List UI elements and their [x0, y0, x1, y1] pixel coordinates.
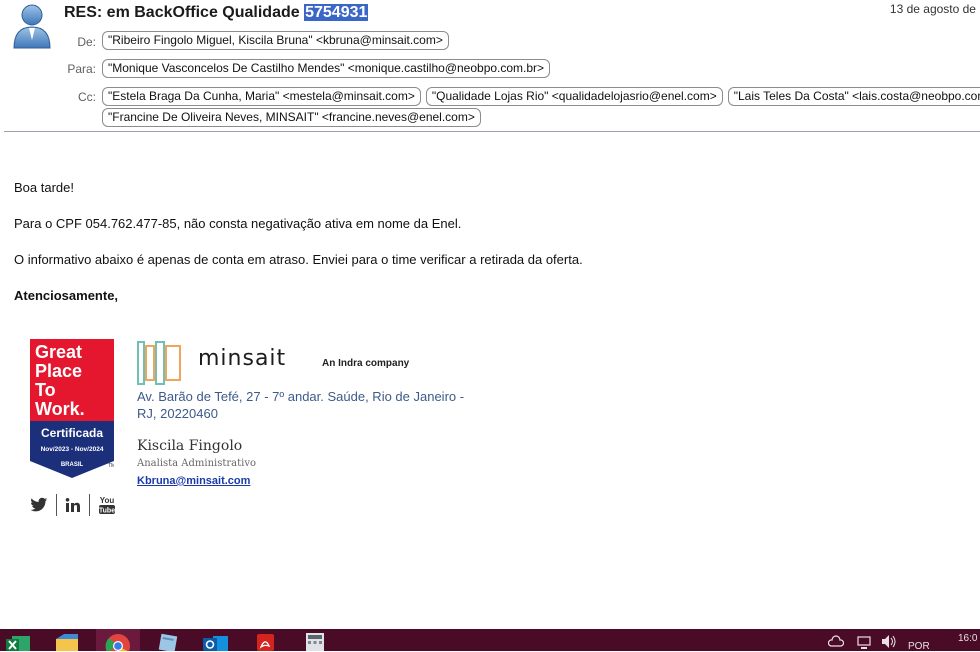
signature-name: Kiscila Fingolo	[137, 438, 243, 454]
cc-chip[interactable]: "Francine De Oliveira Neves, MINSAIT" <f…	[102, 108, 481, 127]
subject-selected-text[interactable]: 5754931	[304, 4, 369, 21]
subject-text: RES: em BackOffice Qualidade	[64, 4, 300, 21]
indra-tagline: An Indra company	[322, 358, 410, 369]
outlook-icon[interactable]	[203, 632, 229, 651]
cc-chip[interactable]: "Estela Braga Da Cunha, Maria" <mestela@…	[102, 87, 421, 106]
signature-email-link[interactable]: Kbruna@minsait.com	[137, 475, 250, 487]
social-links: You Tube	[30, 494, 116, 516]
message-header: RES: em BackOffice Qualidade 5754931 13 …	[0, 0, 980, 132]
closing-text: Atenciosamente,	[14, 288, 119, 303]
to-recipients: "Monique Vasconcelos De Castilho Mendes"…	[102, 59, 551, 78]
badge-line-2: Place	[35, 361, 82, 381]
social-divider	[89, 494, 90, 516]
badge-line-3: To	[35, 380, 56, 400]
recipient-chip[interactable]: "Monique Vasconcelos De Castilho Mendes"…	[102, 59, 551, 78]
badge-period: Nov/2023 - Nov/2024	[41, 446, 104, 453]
notepad-icon[interactable]	[155, 632, 181, 651]
cc-chip[interactable]: "Lais Teles Da Costa" <lais.costa@neobpo…	[727, 87, 980, 106]
youtube-label-bottom: Tube	[99, 508, 115, 515]
cc-recipients-row2: "Francine De Oliveira Neves, MINSAIT" <f…	[102, 108, 481, 127]
paragraph-1: Para o CPF 054.762.477-85, não consta ne…	[14, 216, 462, 231]
to-label: Para:	[67, 62, 96, 76]
input-language[interactable]: POR	[908, 641, 930, 652]
youtube-label-top: You	[100, 496, 115, 505]
volume-icon[interactable]	[880, 632, 898, 651]
network-icon[interactable]	[856, 632, 872, 651]
email-subject: RES: em BackOffice Qualidade 5754931	[64, 4, 369, 22]
signature-role: Analista Administrativo	[137, 458, 257, 469]
social-divider	[56, 494, 57, 516]
badge-certified: Certificada	[41, 426, 103, 440]
twitter-icon[interactable]	[30, 497, 48, 513]
badge-trademark: TM	[108, 463, 114, 469]
minsait-logo-mark	[137, 341, 181, 385]
cc-label: Cc:	[78, 90, 96, 104]
cc-recipients-row1: "Estela Braga Da Cunha, Maria" <mestela@…	[102, 87, 980, 106]
badge-line-4: Work.	[35, 399, 85, 419]
youtube-icon[interactable]: You Tube	[98, 495, 116, 515]
file-explorer-icon[interactable]	[54, 632, 80, 651]
cloud-icon[interactable]	[828, 632, 844, 651]
great-place-to-work-badge: Great Place To Work. Certificada Nov/202…	[30, 339, 114, 478]
chrome-icon[interactable]	[105, 632, 131, 651]
from-label: De:	[77, 35, 96, 49]
from-recipients: "Ribeiro Fingolo Miguel, Kiscila Bruna" …	[102, 31, 449, 50]
badge-line-1: Great	[35, 342, 82, 362]
sender-chip[interactable]: "Ribeiro Fingolo Miguel, Kiscila Bruna" …	[102, 31, 449, 50]
acrobat-icon[interactable]	[252, 632, 278, 651]
linkedin-icon[interactable]	[65, 497, 81, 513]
email-date: 13 de agosto de 2	[889, 2, 980, 16]
clock-time[interactable]: 16:0	[958, 633, 977, 644]
greeting-text: Boa tarde!	[14, 180, 74, 195]
paragraph-2: O informativo abaixo é apenas de conta e…	[14, 252, 583, 267]
calculator-icon[interactable]	[302, 632, 328, 651]
header-divider	[4, 131, 980, 132]
company-address: Av. Barão de Tefé, 27 - 7º andar. Saúde,…	[137, 389, 465, 421]
windows-taskbar: POR 16:0	[0, 629, 980, 652]
excel-icon[interactable]	[6, 632, 32, 651]
minsait-logo-text: minsait	[198, 346, 287, 371]
cc-chip[interactable]: "Qualidade Lojas Rio" <qualidadelojasrio…	[425, 87, 723, 106]
badge-country: BRASIL	[61, 462, 84, 468]
